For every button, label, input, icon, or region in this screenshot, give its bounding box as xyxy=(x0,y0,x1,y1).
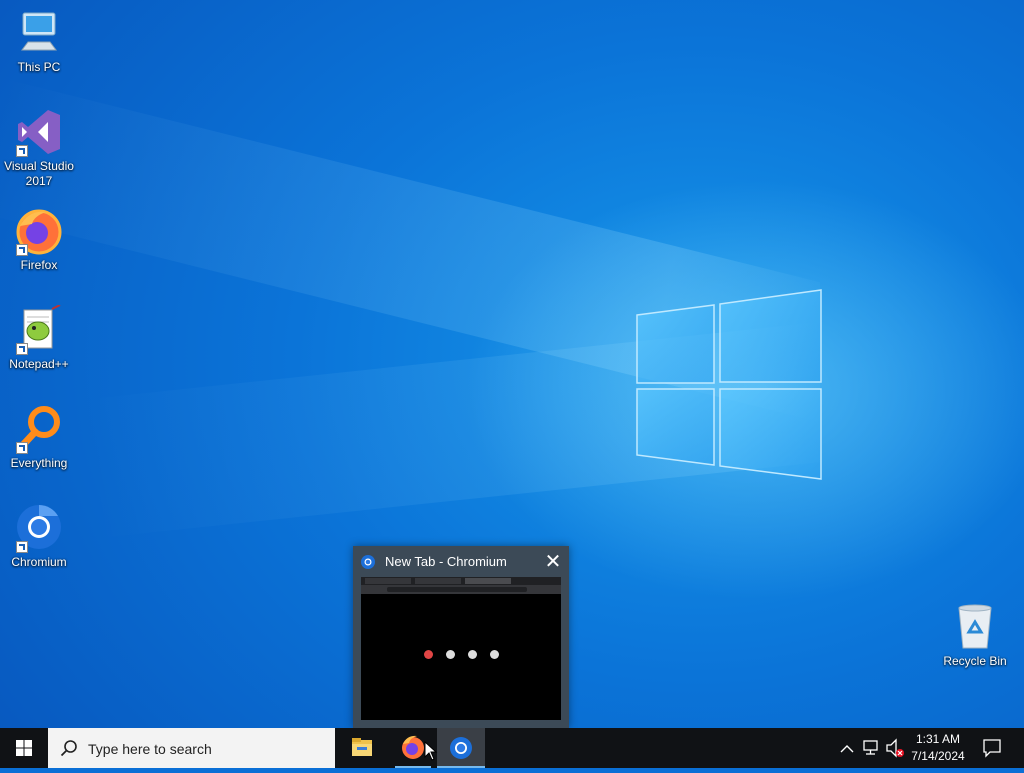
desktop-icon-label: Chromium xyxy=(11,555,67,569)
firefox-icon xyxy=(14,206,64,256)
chromium-icon xyxy=(14,503,64,553)
preview-shortcut-tile xyxy=(446,650,455,659)
chromium-icon xyxy=(450,737,472,759)
desktop-icon-this-pc[interactable]: This PC xyxy=(0,8,78,75)
desktop-icon-label: Notepad++ xyxy=(9,357,69,371)
clock[interactable]: 1:31 AM 7/14/2024 xyxy=(902,731,974,765)
shortcut-arrow-icon xyxy=(16,541,28,553)
preview-address-bar xyxy=(387,587,527,592)
desktop-icon-label: Visual Studio 2017 xyxy=(4,159,74,188)
action-center-button[interactable] xyxy=(978,728,1006,768)
desktop-icon-label: Everything xyxy=(10,456,68,470)
notification-icon xyxy=(983,739,1001,758)
windows-logo-icon xyxy=(16,740,32,756)
start-button[interactable] xyxy=(0,728,48,768)
taskbar-app-file-explorer[interactable] xyxy=(338,728,386,768)
preview-shortcut-tile xyxy=(424,650,433,659)
network-status-button[interactable] xyxy=(860,728,882,768)
preview-tab xyxy=(365,578,411,584)
desktop-icon-everything[interactable]: Everything xyxy=(0,404,78,471)
desktop-icon-label: Recycle Bin xyxy=(943,654,1007,668)
desktop-icon-notepadpp[interactable]: Notepad++ xyxy=(0,304,78,372)
preview-shortcut-tile xyxy=(490,650,499,659)
taskbar-thumbnail-preview[interactable]: New Tab - Chromium ✕ xyxy=(353,546,569,728)
chevron-up-icon xyxy=(840,745,854,753)
preview-tab-strip xyxy=(361,577,561,585)
recycle-bin-icon xyxy=(950,602,1000,652)
shortcut-arrow-icon xyxy=(16,442,28,454)
show-hidden-icons-button[interactable] xyxy=(838,728,856,768)
thumbnail-close-button[interactable]: ✕ xyxy=(541,550,565,574)
shortcut-arrow-icon xyxy=(16,244,28,256)
search-icon xyxy=(60,740,77,757)
desktop-icon-visual-studio[interactable]: Visual Studio 2017 xyxy=(0,107,78,189)
desktop-icon-chromium[interactable]: Chromium xyxy=(0,503,78,570)
taskbar-app-chromium[interactable] xyxy=(437,728,485,768)
desktop-icon-recycle-bin[interactable]: Recycle Bin xyxy=(936,602,1014,669)
desktop[interactable]: This PC Visual Studio 2017 Firefox Notep… xyxy=(0,0,1024,728)
mouse-cursor-icon xyxy=(424,741,438,761)
windows-logo-wallpaper xyxy=(636,289,822,480)
desktop-icon-firefox[interactable]: Firefox xyxy=(0,206,78,273)
computer-icon xyxy=(14,8,64,58)
shortcut-arrow-icon xyxy=(16,145,28,157)
desktop-icon-label: Firefox xyxy=(20,258,58,272)
visual-studio-icon xyxy=(14,107,64,157)
preview-tab xyxy=(465,578,511,584)
clock-date: 7/14/2024 xyxy=(911,749,965,763)
notepadpp-icon xyxy=(14,304,64,355)
thumbnail-title-row: New Tab - Chromium ✕ xyxy=(353,546,569,576)
search-input[interactable] xyxy=(86,737,330,761)
window-preview-image[interactable] xyxy=(361,577,561,720)
chromium-icon xyxy=(361,555,375,569)
preview-tab xyxy=(415,578,461,584)
network-icon xyxy=(863,740,878,755)
desktop-icon-label: This PC xyxy=(17,60,61,74)
shortcut-arrow-icon xyxy=(16,343,28,355)
preview-shortcut-tile xyxy=(468,650,477,659)
taskbar-search-box[interactable] xyxy=(48,728,335,768)
everything-search-icon xyxy=(14,404,64,454)
folder-icon xyxy=(352,738,372,756)
thumbnail-title: New Tab - Chromium xyxy=(385,554,507,569)
taskbar: 1:31 AM 7/14/2024 xyxy=(0,728,1024,768)
clock-time: 1:31 AM xyxy=(915,732,961,746)
